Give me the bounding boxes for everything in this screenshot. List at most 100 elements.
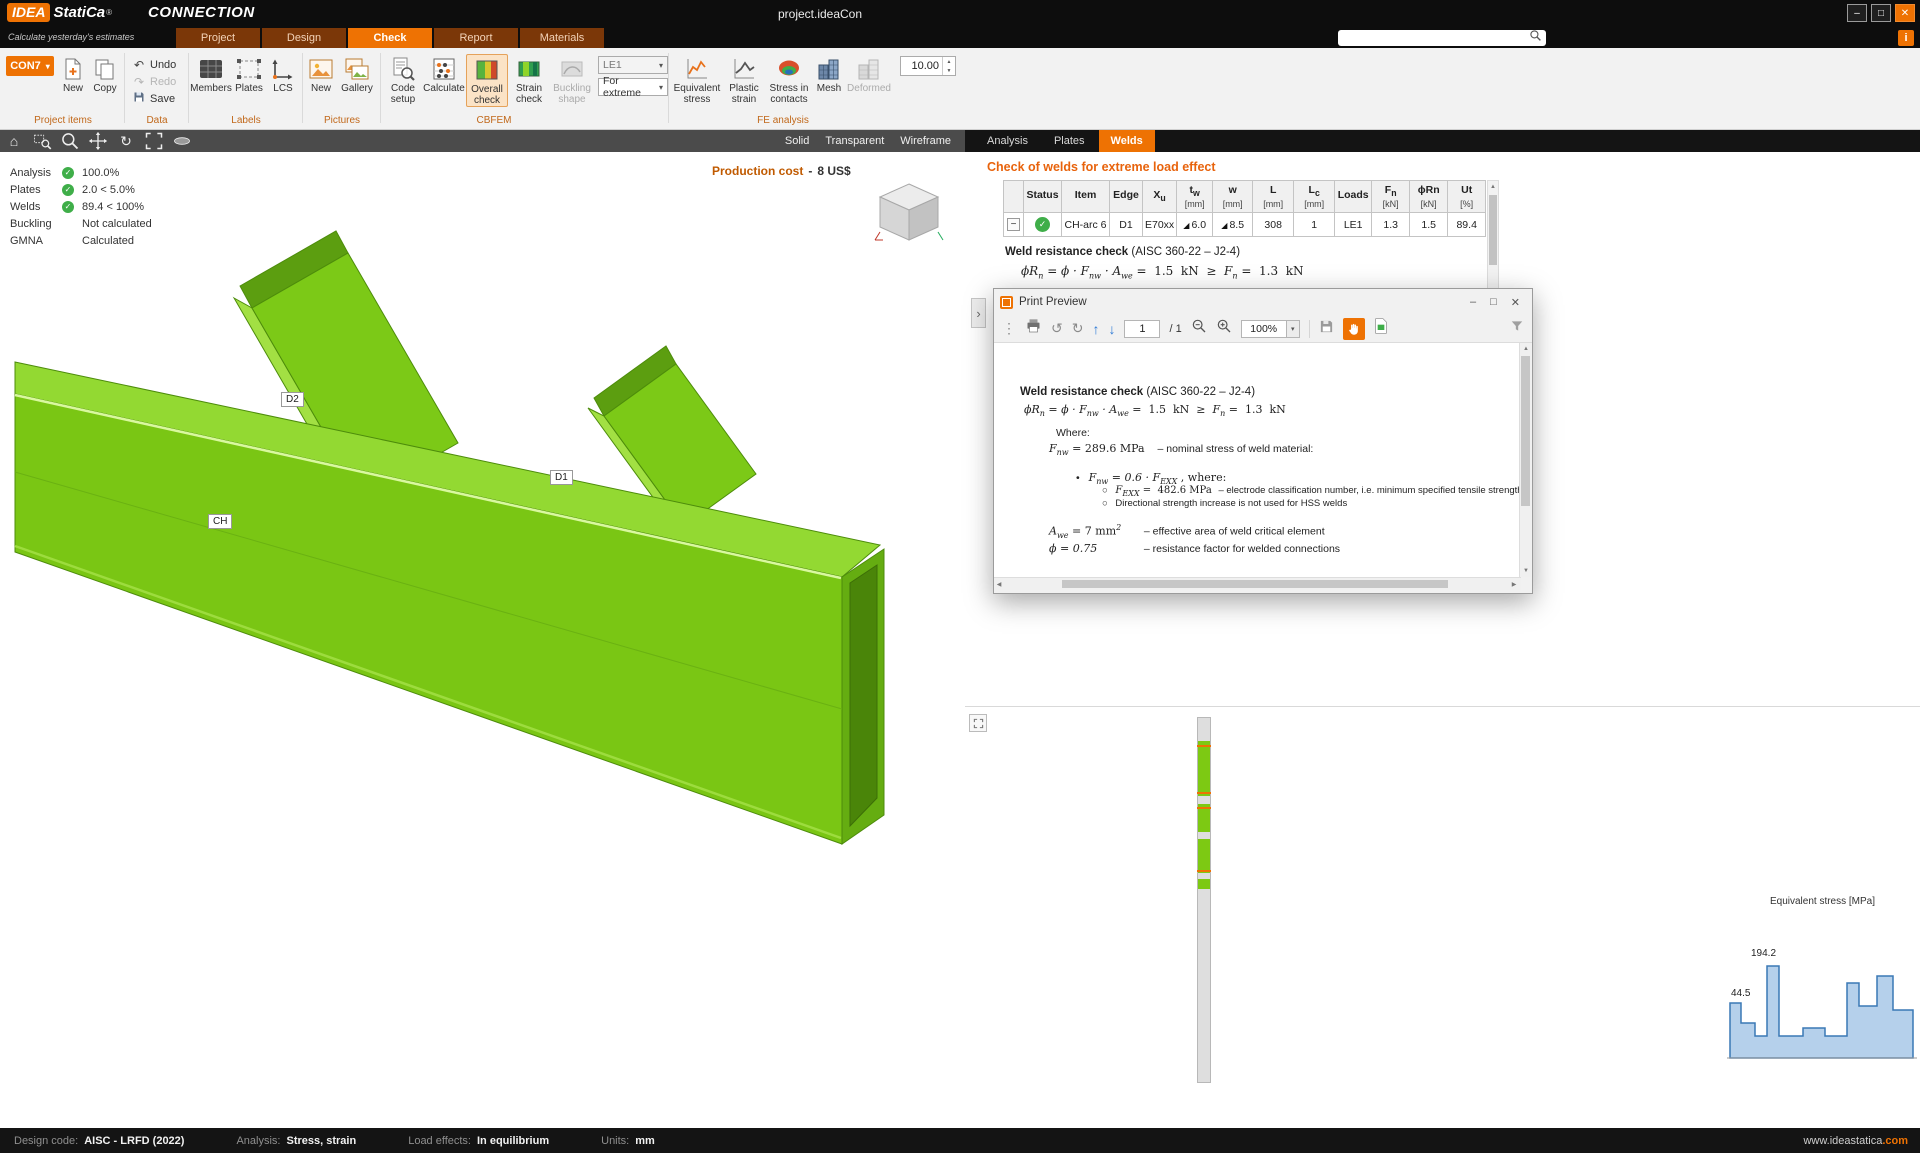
- plastic-strain-button[interactable]: Plastic strain: [724, 54, 764, 105]
- help-button[interactable]: i: [1898, 30, 1914, 46]
- preview-close-button[interactable]: ✕: [1511, 296, 1520, 309]
- save-button[interactable]: Save: [132, 90, 176, 107]
- new-picture-button[interactable]: New: [306, 54, 336, 94]
- spinner-down-icon[interactable]: ▼: [943, 66, 955, 75]
- previous-page-icon[interactable]: ↑: [1092, 321, 1099, 337]
- scroll-up-icon[interactable]: ▲: [1488, 181, 1498, 193]
- close-button[interactable]: ✕: [1895, 4, 1915, 22]
- view-mode-wireframe[interactable]: Wireframe: [900, 135, 951, 147]
- report-document-icon[interactable]: [1374, 318, 1388, 339]
- panel-expander-button[interactable]: ›: [971, 298, 986, 328]
- calculate-button[interactable]: Calculate: [424, 54, 464, 94]
- stress-in-contacts-button[interactable]: Stress in contacts: [766, 54, 812, 105]
- table-row[interactable]: − ✓ CH-arc 6 D1 E70xx ◢6.0 ◢8.5 308 1 LE…: [1004, 213, 1486, 237]
- zoom-fit-icon[interactable]: [140, 130, 168, 152]
- chart-low-value: 44.5: [1731, 988, 1750, 999]
- next-page-icon[interactable]: ↓: [1108, 321, 1115, 337]
- filter-icon[interactable]: [1510, 319, 1524, 338]
- tab-report[interactable]: Report: [434, 28, 518, 48]
- group-label-cbfem: CBFEM: [384, 115, 604, 126]
- chart-peak-value: 194.2: [1751, 948, 1776, 959]
- print-button[interactable]: [1025, 318, 1042, 339]
- home-view-icon[interactable]: ⌂: [0, 130, 28, 152]
- results-tab-analysis[interactable]: Analysis: [975, 130, 1040, 152]
- preview-maximize-button[interactable]: □: [1490, 296, 1497, 309]
- ribbon-tabs: Project Design Check Report Materials: [176, 28, 604, 48]
- tab-check[interactable]: Check: [348, 28, 432, 48]
- zoom-level-dropdown[interactable]: 100% ▾: [1241, 320, 1300, 338]
- clipping-plane-icon[interactable]: [168, 130, 196, 152]
- load-case-dropdown[interactable]: LE1 ▾: [598, 56, 668, 74]
- print-preview-window[interactable]: Print Preview – □ ✕ ⋮ ↺ ↻ ↑ ↓ 1 / 1: [993, 288, 1533, 594]
- gallery-button[interactable]: Gallery: [338, 54, 376, 94]
- scrollbar-thumb[interactable]: [1062, 580, 1448, 588]
- navigation-cube[interactable]: [872, 176, 946, 250]
- header-l: L[mm]: [1253, 181, 1294, 213]
- scroll-right-icon[interactable]: ▶: [1509, 578, 1519, 590]
- undo-button[interactable]: ↶ Undo: [132, 56, 176, 73]
- tab-materials[interactable]: Materials: [520, 28, 604, 48]
- lcs-labels-button[interactable]: LCS: [268, 54, 298, 94]
- zoom-in-icon[interactable]: [1216, 318, 1232, 339]
- preview-undo-icon[interactable]: ↺: [1051, 320, 1063, 337]
- buckling-shape-button[interactable]: Buckling shape: [550, 54, 594, 105]
- report-phi-line: ϕ = 0.75 – resistance factor for welded …: [1049, 542, 1340, 555]
- stress-in-contacts-icon: [776, 55, 802, 82]
- equivalent-stress-button[interactable]: Equivalent stress: [672, 54, 722, 105]
- scrollbar-thumb[interactable]: [1489, 195, 1497, 265]
- scrollbar-thumb[interactable]: [1521, 356, 1530, 506]
- results-tab-plates[interactable]: Plates: [1042, 130, 1097, 152]
- extreme-filter-dropdown[interactable]: For extreme ▾: [598, 78, 668, 96]
- check-icon: ✓: [62, 184, 74, 196]
- view-mode-solid[interactable]: Solid: [785, 135, 809, 147]
- pan-icon[interactable]: [84, 130, 112, 152]
- export-icon[interactable]: [1319, 319, 1334, 339]
- website-link[interactable]: www.ideastatica.com: [1803, 1135, 1908, 1147]
- pan-hand-button[interactable]: [1343, 318, 1365, 340]
- scroll-down-icon[interactable]: ▼: [1520, 565, 1532, 577]
- weld-symbol-icon: ◢: [1221, 221, 1227, 230]
- scroll-left-icon[interactable]: ◀: [994, 578, 1004, 590]
- scroll-up-icon[interactable]: ▲: [1520, 343, 1532, 355]
- print-preview-page[interactable]: Weld resistance check (AISC 360-22 – J2-…: [994, 343, 1521, 577]
- model-viewport[interactable]: D2 D1 CH Analysis ✓ 100.0% Plates ✓ 2.0 …: [0, 152, 965, 1128]
- toolbar-handle-icon[interactable]: ⋮: [1002, 320, 1016, 337]
- strain-check-button[interactable]: Strain check: [510, 54, 548, 105]
- connection-3d-model[interactable]: [0, 152, 965, 1128]
- deformed-button[interactable]: Deformed: [846, 54, 892, 94]
- rotate-view-icon[interactable]: ↻: [112, 130, 140, 152]
- zoom-window-icon[interactable]: [28, 130, 56, 152]
- preview-horizontal-scrollbar[interactable]: ◀ ▶: [994, 577, 1521, 590]
- preview-redo-icon[interactable]: ↻: [1072, 320, 1084, 337]
- expand-diagram-button[interactable]: [969, 714, 987, 732]
- view-mode-transparent[interactable]: Transparent: [825, 135, 884, 147]
- preview-minimize-button[interactable]: –: [1470, 296, 1476, 309]
- chevron-down-icon: ▾: [659, 61, 663, 70]
- search-input[interactable]: [1338, 30, 1546, 46]
- zoom-icon[interactable]: [56, 130, 84, 152]
- mesh-button[interactable]: Mesh: [814, 54, 844, 94]
- preview-vertical-scrollbar[interactable]: ▲ ▼: [1519, 343, 1531, 577]
- maximize-button[interactable]: □: [1871, 4, 1891, 22]
- new-project-item-button[interactable]: New: [58, 54, 88, 94]
- tab-project[interactable]: Project: [176, 28, 260, 48]
- group-labels: Members Plates LCS Labels: [192, 48, 300, 128]
- copy-button[interactable]: Copy: [90, 54, 120, 94]
- minimize-button[interactable]: –: [1847, 4, 1867, 22]
- tab-design[interactable]: Design: [262, 28, 346, 48]
- check-icon: ✓: [62, 167, 74, 179]
- spinner-up-icon[interactable]: ▲: [943, 57, 955, 66]
- page-number-input[interactable]: 1: [1124, 320, 1160, 338]
- zoom-out-icon[interactable]: [1191, 318, 1207, 339]
- plates-labels-button[interactable]: Plates: [232, 54, 266, 94]
- collapse-row-button[interactable]: −: [1007, 218, 1020, 231]
- print-preview-titlebar[interactable]: Print Preview – □ ✕: [994, 289, 1532, 315]
- code-setup-button[interactable]: Code setup: [384, 54, 422, 105]
- overall-check-button[interactable]: Overall check: [466, 54, 508, 107]
- members-labels-button[interactable]: Members: [192, 54, 230, 94]
- deformed-icon: [856, 55, 882, 82]
- deformation-scale-spinner[interactable]: 10.00 ▲ ▼: [900, 56, 956, 76]
- redo-button[interactable]: ↷ Redo: [132, 73, 176, 90]
- connection-selector[interactable]: CON7 ▾: [6, 56, 54, 76]
- results-tab-welds[interactable]: Welds: [1099, 130, 1155, 152]
